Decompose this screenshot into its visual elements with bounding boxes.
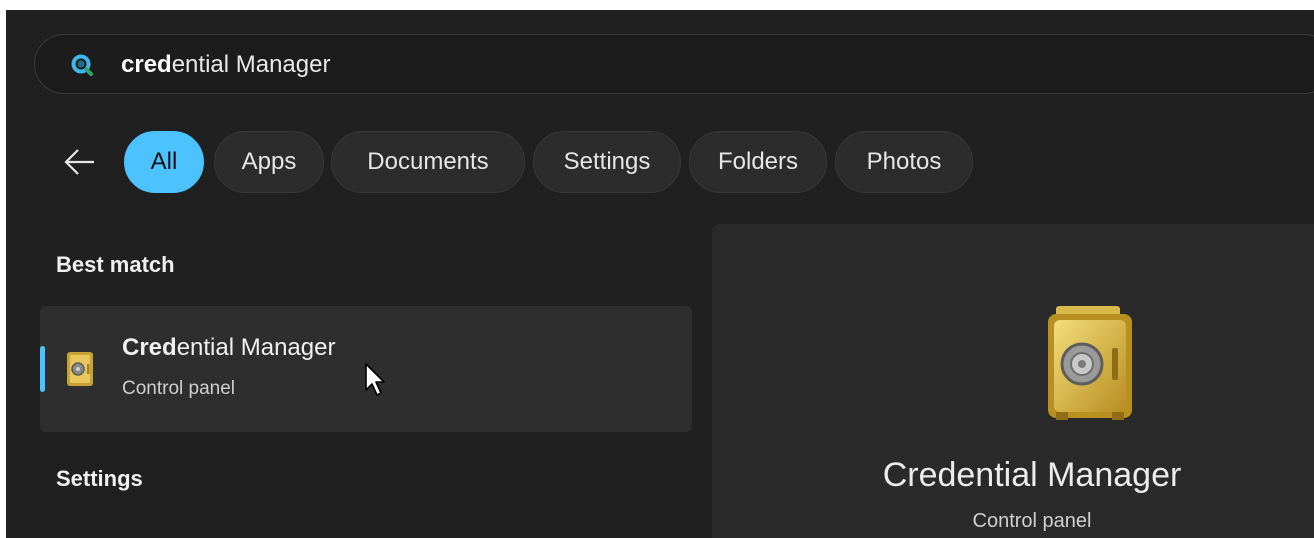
filter-photos[interactable]: Photos	[835, 131, 973, 193]
search-icon	[71, 54, 93, 76]
preview-panel: Credential Manager Control panel	[712, 224, 1314, 538]
result-title-rest: ential Manager	[176, 334, 336, 361]
result-title: Credential Manager	[122, 334, 335, 362]
search-query-match: cred	[121, 51, 172, 78]
selection-indicator	[40, 346, 45, 392]
search-window: credential Manager All Apps Documents Se…	[6, 10, 1314, 538]
filter-documents[interactable]: Documents	[331, 131, 525, 193]
settings-heading: Settings	[56, 466, 143, 491]
safe-icon	[67, 352, 93, 386]
filter-all[interactable]: All	[124, 131, 204, 193]
result-title-match: Cred	[122, 334, 177, 361]
search-box[interactable]: credential Manager	[34, 34, 1314, 94]
result-subtitle: Control panel	[122, 378, 236, 399]
mouse-pointer-icon	[365, 363, 385, 396]
search-query-rest: ential Manager	[171, 51, 331, 78]
back-arrow-icon[interactable]	[62, 146, 98, 178]
filter-apps[interactable]: Apps	[214, 131, 324, 193]
preview-title: Credential Manager	[882, 456, 1182, 494]
safe-icon	[1048, 306, 1132, 420]
search-input[interactable]: credential Manager	[121, 51, 330, 79]
best-match-heading: Best match	[56, 252, 175, 277]
filter-folders[interactable]: Folders	[689, 131, 827, 193]
preview-subtitle: Control panel	[972, 510, 1092, 532]
filter-settings[interactable]: Settings	[533, 131, 681, 193]
